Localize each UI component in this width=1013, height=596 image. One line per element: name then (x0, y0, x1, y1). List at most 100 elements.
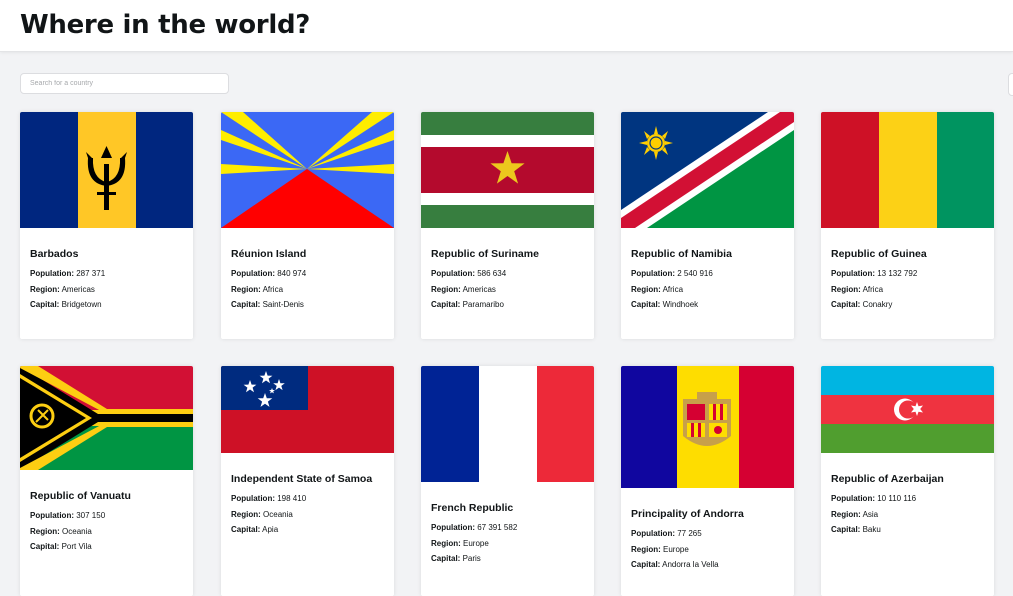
capital-label: Capital: (431, 554, 461, 563)
region-value: Americas (462, 284, 496, 294)
country-card-namibia[interactable]: Republic of Namibia Population: 2 540 91… (621, 112, 794, 339)
country-details: Population: 287 371 Region: Americas Cap… (20, 266, 193, 313)
capital-value: Bridgetown (61, 300, 102, 309)
vanuatu-flag (20, 366, 193, 470)
capital-value: Port Vila (61, 542, 92, 551)
population-value: 13 132 792 (877, 269, 918, 278)
barbados-flag (20, 112, 193, 228)
country-details: Population: 198 410 Region: Oceania Capi… (221, 491, 394, 538)
region-label: Region: (431, 538, 461, 548)
region-label: Region: (30, 284, 60, 294)
country-name: Réunion Island (231, 248, 307, 260)
region-label: Region: (431, 284, 461, 294)
region-value: Asia (862, 509, 879, 519)
region-label: Region: (631, 284, 661, 294)
population-label: Population: (631, 529, 675, 538)
population-label: Population: (30, 511, 74, 520)
azerbaijan-flag (821, 366, 994, 453)
country-card-guinea[interactable]: Republic of Guinea Population: 13 132 79… (821, 112, 994, 339)
capital-label: Capital: (831, 525, 861, 534)
country-name: Republic of Guinea (831, 248, 927, 260)
capital-value: Paris (462, 554, 481, 563)
region-label: Region: (231, 509, 261, 519)
country-card-samoa[interactable]: Independent State of Samoa Population: 1… (221, 366, 394, 596)
page-title: Where in the world? (20, 10, 311, 40)
capital-label: Capital: (30, 542, 60, 551)
country-details: Population: 586 634 Region: Americas Cap… (421, 266, 594, 313)
country-details: Population: 13 132 792 Region: Africa Ca… (821, 266, 994, 313)
population-label: Population: (831, 494, 875, 503)
capital-value: Apia (262, 525, 279, 534)
population-label: Population: (431, 269, 475, 278)
population-label: Population: (231, 494, 275, 503)
capital-value: Baku (862, 525, 881, 534)
capital-value: Saint-Denis (262, 300, 304, 309)
capital-label: Capital: (831, 300, 861, 309)
namibia-flag (621, 112, 794, 228)
population-value: 198 410 (277, 494, 307, 503)
capital-label: Capital: (231, 300, 261, 309)
population-value: 287 371 (76, 269, 106, 278)
population-label: Population: (631, 269, 675, 278)
andorra-flag (621, 366, 794, 488)
country-card-suriname[interactable]: Republic of Suriname Population: 586 634… (421, 112, 594, 339)
region-value: Africa (662, 284, 684, 294)
country-details: Population: 67 391 582 Region: Europe Ca… (421, 520, 594, 567)
country-details: Population: 77 265 Region: Europe Capita… (621, 526, 794, 573)
region-label: Region: (831, 284, 861, 294)
reunion-flag (221, 112, 394, 228)
capital-label: Capital: (631, 300, 661, 309)
region-value: Americas (61, 284, 95, 294)
region-value: Europe (663, 544, 689, 554)
capital-label: Capital: (231, 525, 261, 534)
population-value: 586 634 (477, 269, 507, 278)
capital-value: Andorra la Vella (662, 560, 719, 569)
country-details: Population: 10 110 116 Region: Asia Capi… (821, 491, 994, 538)
region-label: Region: (631, 544, 661, 554)
guinea-flag (821, 112, 994, 228)
region-label: Region: (831, 509, 861, 519)
population-value: 77 265 (677, 529, 702, 538)
region-value: Africa (862, 284, 884, 294)
country-card-barbados[interactable]: Barbados Population: 287 371 Region: Ame… (20, 112, 193, 339)
population-value: 67 391 582 (477, 523, 518, 532)
region-value: Africa (262, 284, 284, 294)
country-card-azerbaijan[interactable]: Republic of Azerbaijan Population: 10 11… (821, 366, 994, 596)
app-header: Where in the world? (0, 0, 1013, 52)
country-name: Republic of Vanuatu (30, 490, 131, 502)
region-label: Region: (231, 284, 261, 294)
region-value: Europe (463, 538, 489, 548)
region-value: Oceania (263, 509, 293, 519)
population-label: Population: (231, 269, 275, 278)
capital-label: Capital: (631, 560, 661, 569)
country-name: Republic of Suriname (431, 248, 539, 260)
region-label: Region: (30, 526, 60, 536)
country-details: Population: 840 974 Region: Africa Capit… (221, 266, 394, 313)
population-label: Population: (30, 269, 74, 278)
population-value: 10 110 116 (877, 494, 917, 503)
country-name: Republic of Azerbaijan (831, 473, 944, 485)
region-value: Oceania (62, 526, 92, 536)
population-label: Population: (831, 269, 875, 278)
country-name: French Republic (431, 502, 514, 514)
capital-value: Paramaribo (462, 300, 504, 309)
region-filter-dropdown[interactable] (1008, 73, 1013, 96)
france-flag (421, 366, 594, 482)
search-input[interactable] (20, 73, 229, 94)
capital-value: Conakry (862, 300, 893, 309)
country-card-andorra[interactable]: Principality of Andorra Population: 77 2… (621, 366, 794, 596)
population-label: Population: (431, 523, 475, 532)
capital-label: Capital: (431, 300, 461, 309)
country-card-vanuatu[interactable]: Republic of Vanuatu Population: 307 150 … (20, 366, 193, 596)
country-card-reunion[interactable]: Réunion Island Population: 840 974 Regio… (221, 112, 394, 339)
country-name: Independent State of Samoa (231, 473, 373, 485)
country-name: Republic of Namibia (631, 248, 732, 260)
country-card-france[interactable]: French Republic Population: 67 391 582 R… (421, 366, 594, 596)
country-name: Principality of Andorra (631, 508, 744, 520)
country-name: Barbados (30, 248, 79, 260)
capital-label: Capital: (30, 300, 60, 309)
capital-value: Windhoek (662, 300, 699, 309)
population-value: 307 150 (76, 511, 106, 520)
samoa-flag (221, 366, 394, 453)
suriname-flag (421, 112, 594, 228)
